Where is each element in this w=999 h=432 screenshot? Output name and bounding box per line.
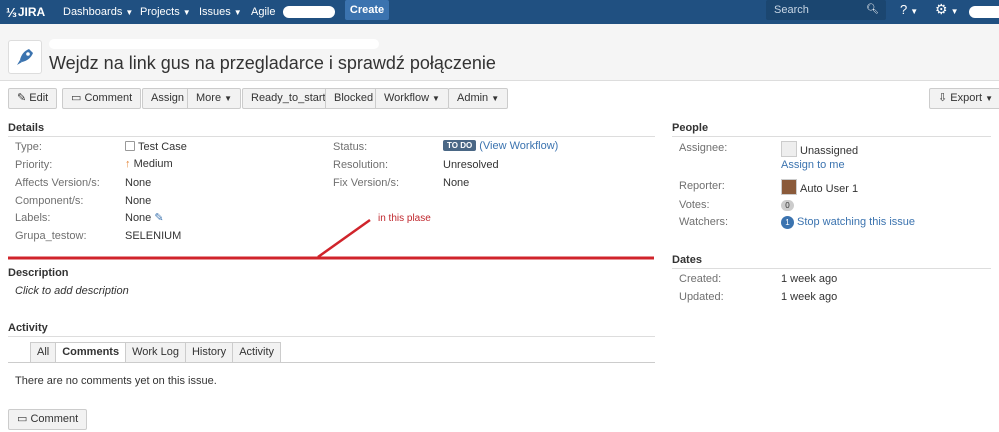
tab-work-log[interactable]: Work Log [126, 342, 186, 363]
tab-comments[interactable]: Comments [56, 342, 127, 363]
dates-heading: Dates [672, 254, 702, 266]
reporter-label: Reporter: [679, 180, 725, 192]
dates-divider [672, 268, 991, 269]
description-heading: Description [8, 267, 69, 279]
annotation-text: in this plase [378, 213, 431, 224]
created-label: Created: [679, 273, 722, 285]
unassigned-avatar-icon [781, 141, 797, 157]
activity-divider [8, 336, 655, 337]
created-value: 1 week ago [781, 273, 838, 285]
description-placeholder[interactable]: Click to add description [15, 285, 129, 297]
activity-tabs: All Comments Work Log History Activity [30, 342, 282, 363]
watchers-label: Watchers: [679, 216, 729, 228]
assignee-label: Assignee: [679, 142, 728, 154]
annotation-pointer-line [317, 218, 371, 259]
watchers-value[interactable]: 1 Stop watching this issue [781, 216, 915, 229]
watchers-badge: 1 [781, 216, 794, 229]
tabs-baseline [8, 362, 655, 363]
activity-heading: Activity [8, 322, 48, 334]
assign-to-me-link[interactable]: Assign to me [781, 159, 845, 171]
tab-activity[interactable]: Activity [233, 342, 282, 363]
assignee-value[interactable]: Unassigned [781, 141, 858, 157]
updated-value: 1 week ago [781, 291, 838, 303]
updated-label: Updated: [679, 291, 724, 303]
votes-value[interactable]: 0 [781, 199, 794, 211]
tab-all[interactable]: All [30, 342, 57, 363]
comment-icon: ▭ [17, 413, 28, 425]
reporter-avatar [781, 179, 797, 195]
people-heading: People [672, 122, 709, 134]
reporter-value[interactable]: Auto User 1 [781, 179, 858, 195]
votes-label: Votes: [679, 199, 710, 211]
tab-history[interactable]: History [185, 342, 234, 363]
no-comments-message: There are no comments yet on this issue. [15, 375, 217, 387]
votes-badge: 0 [781, 200, 794, 211]
people-divider [672, 136, 991, 137]
stop-watching-link[interactable]: Stop watching this issue [797, 216, 915, 228]
comment-footer-button[interactable]: ▭ Comment [8, 409, 88, 430]
